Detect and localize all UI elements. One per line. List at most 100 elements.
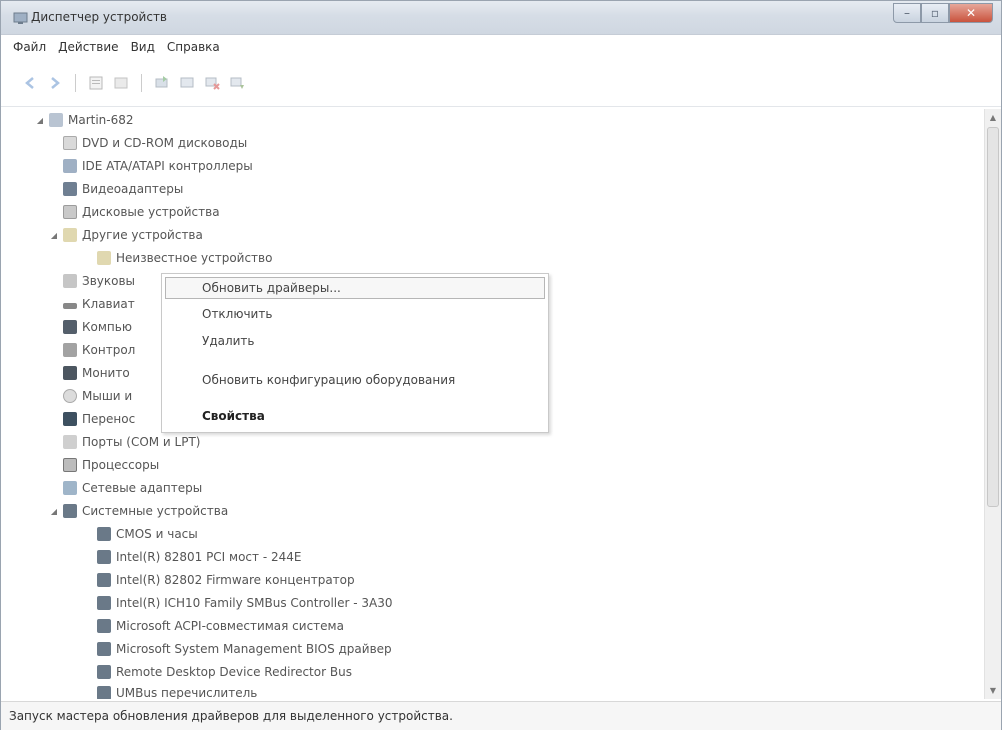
tree-item-system-devices[interactable]: ◢ Системные устройства: [49, 500, 228, 522]
tree-item-label: CMOS и часы: [116, 527, 198, 541]
tree-item-label: Системные устройства: [82, 504, 229, 518]
tree-item-smbios[interactable]: Microsoft System Management BIOS драйвер: [97, 638, 392, 660]
device-manager-app-icon: [13, 11, 29, 25]
menu-item-label: Свойства: [202, 409, 265, 423]
close-button[interactable]: ✕: [949, 3, 993, 23]
computer-category-icon: [63, 320, 77, 334]
tree-item-sound[interactable]: Звуковы: [63, 270, 135, 292]
tree-item-unknown-device[interactable]: Неизвестное устройство: [97, 247, 272, 269]
menu-scan-hardware[interactable]: Обновить конфигурацию оборудования: [162, 369, 548, 391]
tree-item-rdp-bus[interactable]: Remote Desktop Device Redirector Bus: [97, 661, 352, 683]
toolbar: [1, 59, 1001, 107]
title-bar[interactable]: Диспетчер устройств – ▫ ✕: [1, 1, 1001, 35]
scroll-up-icon[interactable]: ▲: [985, 109, 1001, 126]
sound-icon: [63, 274, 77, 288]
tree-item-dvd[interactable]: DVD и CD-ROM дисководы: [63, 132, 247, 154]
tree-item-label: Порты (COM и LPT): [82, 435, 201, 449]
other-devices-icon: [63, 228, 77, 242]
window-controls: – ▫ ✕: [893, 3, 993, 25]
scrollbar-thumb[interactable]: [987, 127, 999, 507]
update-driver-icon[interactable]: [153, 74, 171, 92]
tree-item-label: Перенос: [82, 412, 136, 426]
tree-root[interactable]: ◢ Martin-682: [35, 109, 134, 131]
menu-help[interactable]: Справка: [167, 40, 220, 54]
tree-item-label: Сетевые адаптеры: [82, 481, 203, 495]
scroll-down-icon[interactable]: ▼: [985, 682, 1001, 699]
video-adapter-icon: [63, 182, 77, 196]
system-device-icon: [97, 573, 111, 587]
tree-item-label: Монито: [82, 366, 130, 380]
show-hidden-icon[interactable]: [112, 74, 130, 92]
minimize-button[interactable]: –: [893, 3, 921, 23]
network-adapter-icon: [63, 481, 77, 495]
tree-item-label: Процессоры: [82, 458, 160, 472]
menu-item-label: Отключить: [202, 307, 273, 321]
tree-item-label: Видеоадаптеры: [82, 182, 184, 196]
tree-item-label: Remote Desktop Device Redirector Bus: [116, 665, 352, 679]
system-device-icon: [97, 642, 111, 656]
tree-item-mice[interactable]: Мыши и: [63, 385, 132, 407]
menu-update-drivers[interactable]: Обновить драйверы...: [165, 277, 545, 299]
tree-item-ports[interactable]: Порты (COM и LPT): [63, 431, 200, 453]
tree-item-disks[interactable]: Дисковые устройства: [63, 201, 220, 223]
tree-item-label: Intel(R) 82801 PCI мост - 244E: [116, 550, 302, 564]
system-device-icon: [97, 665, 111, 679]
tree-item-keyboards[interactable]: Клавиат: [63, 293, 135, 315]
monitor-icon: [63, 366, 77, 380]
menu-view[interactable]: Вид: [131, 40, 155, 54]
tree-item-network[interactable]: Сетевые адаптеры: [63, 477, 202, 499]
menu-disable[interactable]: Отключить: [162, 303, 548, 325]
back-icon[interactable]: [21, 74, 39, 92]
toolbar-separator: [75, 73, 76, 92]
tree-item-controllers[interactable]: Контрол: [63, 339, 135, 361]
disk-drive-icon: [63, 205, 77, 219]
tree-item-pci-bridge[interactable]: Intel(R) 82801 PCI мост - 244E: [97, 546, 301, 568]
tree-item-label: Звуковы: [82, 274, 136, 288]
status-text: Запуск мастера обновления драйверов для …: [9, 709, 453, 723]
tree-item-computer[interactable]: Компью: [63, 316, 132, 338]
scan-hardware-icon[interactable]: [178, 74, 196, 92]
tree-item-processors[interactable]: Процессоры: [63, 454, 159, 476]
collapse-icon[interactable]: ◢: [49, 507, 59, 516]
tree-item-label: Клавиат: [82, 297, 135, 311]
processor-icon: [63, 458, 77, 472]
menu-file[interactable]: Файл: [13, 40, 46, 54]
maximize-icon: ▫: [930, 6, 940, 20]
tree-item-smbus[interactable]: Intel(R) ICH10 Family SMBus Controller -…: [97, 592, 393, 614]
tree-item-acpi[interactable]: Microsoft ACPI-совместимая система: [97, 615, 344, 637]
menu-item-label: Обновить конфигурацию оборудования: [202, 373, 456, 387]
tree-item-label: Intel(R) ICH10 Family SMBus Controller -…: [116, 596, 393, 610]
collapse-icon[interactable]: ◢: [49, 231, 59, 240]
minimize-icon: –: [904, 6, 910, 20]
tree-item-cmos[interactable]: CMOS и часы: [97, 523, 198, 545]
tree-item-portable[interactable]: Перенос: [63, 408, 135, 430]
maximize-button[interactable]: ▫: [921, 3, 949, 23]
port-icon: [63, 435, 77, 449]
menu-item-label: Удалить: [202, 334, 255, 348]
tree-item-umbus[interactable]: UMBus перечислитель: [97, 682, 257, 699]
menu-properties[interactable]: Свойства: [162, 405, 548, 427]
tree-item-label: Контрол: [82, 343, 136, 357]
forward-icon[interactable]: [46, 74, 64, 92]
vertical-scrollbar[interactable]: ▲ ▼: [984, 109, 1001, 699]
tree-item-label: Microsoft ACPI-совместимая система: [116, 619, 344, 633]
collapse-icon[interactable]: ◢: [35, 116, 45, 125]
tree-item-label: Неизвестное устройство: [116, 251, 273, 265]
system-device-icon: [97, 550, 111, 564]
tree-item-firmware-hub[interactable]: Intel(R) 82802 Firmware концентратор: [97, 569, 355, 591]
tree-item-label: UMBus перечислитель: [116, 686, 258, 699]
window-title: Диспетчер устройств: [31, 10, 168, 24]
tree-item-monitors[interactable]: Монито: [63, 362, 130, 384]
ide-controller-icon: [63, 159, 77, 173]
tree-item-video[interactable]: Видеоадаптеры: [63, 178, 183, 200]
properties-icon[interactable]: [87, 74, 105, 92]
system-device-icon: [97, 619, 111, 633]
disable-icon[interactable]: [203, 74, 221, 92]
menu-action[interactable]: Действие: [58, 40, 118, 54]
menu-uninstall[interactable]: Удалить: [162, 330, 548, 352]
mouse-icon: [63, 389, 77, 403]
tree-item-label: Intel(R) 82802 Firmware концентратор: [116, 573, 355, 587]
tree-item-other-devices[interactable]: ◢ Другие устройства: [49, 224, 203, 246]
tree-item-ide[interactable]: IDE ATA/ATAPI контроллеры: [63, 155, 253, 177]
uninstall-icon[interactable]: [228, 74, 246, 92]
